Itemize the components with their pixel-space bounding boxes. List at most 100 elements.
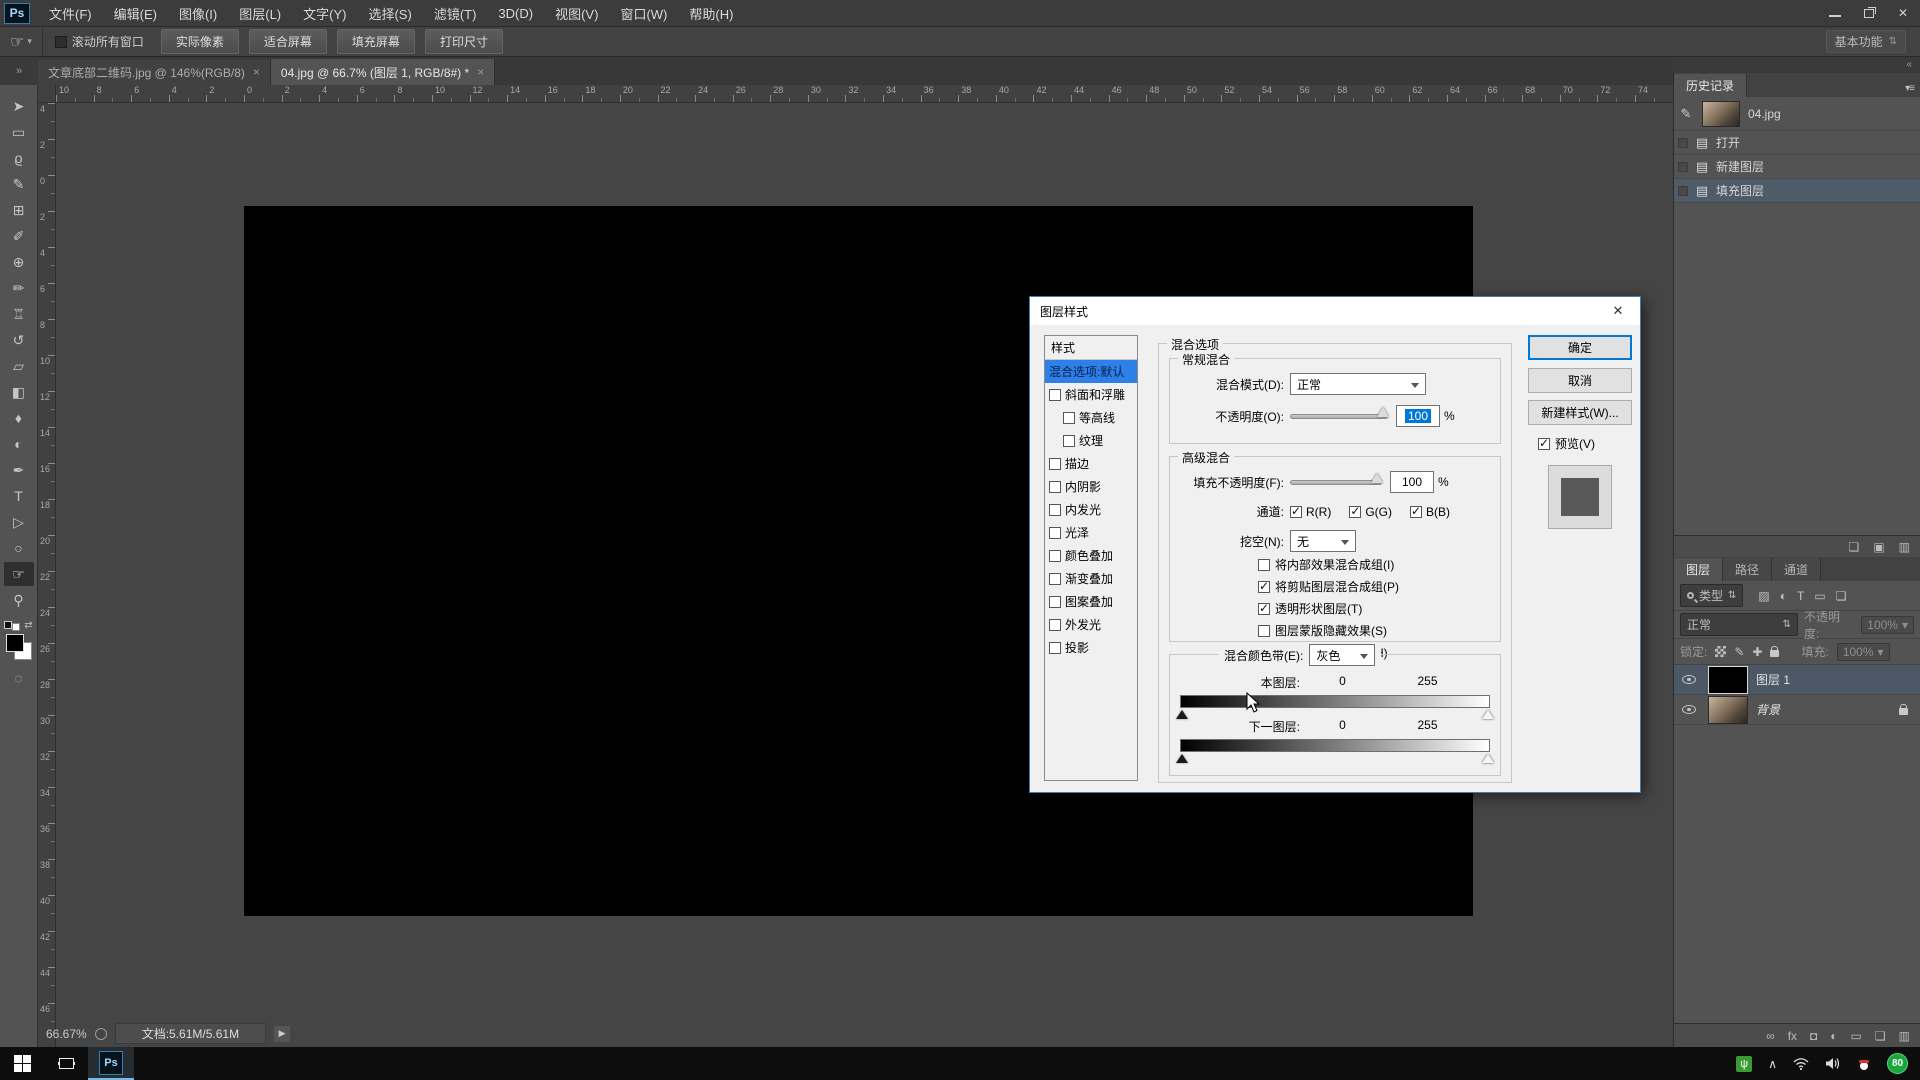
fill-opacity-input[interactable]: 100 [1390, 471, 1434, 493]
style-item[interactable]: 混合选项:默认 [1045, 360, 1137, 383]
document-tab[interactable]: 04.jpg @ 66.7% (图层 1, RGB/8#) * × [270, 59, 496, 85]
menu-item[interactable]: 图像(I) [168, 0, 228, 27]
menu-item[interactable]: 帮助(H) [678, 0, 744, 27]
shape-tool[interactable]: ○ [4, 536, 34, 560]
filter-type-dropdown[interactable]: 类型 ⇅ [1680, 584, 1744, 607]
tab-history[interactable]: 历史记录 [1674, 74, 1748, 97]
style-checkbox[interactable] [1049, 457, 1061, 470]
layers-panel-tab[interactable]: 通道 [1772, 558, 1822, 581]
blend-mode-dropdown[interactable]: 正常 ⇅ [1680, 613, 1798, 636]
visibility-eye-icon[interactable] [1682, 675, 1696, 684]
filter-type-layers-icon[interactable]: T [1797, 589, 1804, 603]
layers-panel-tab[interactable]: 路径 [1723, 558, 1773, 581]
zoom-tool[interactable]: ⚲ [4, 588, 34, 612]
default-colors-icon[interactable]: ⇄ [4, 619, 33, 631]
advanced-option-checkbox[interactable] [1258, 579, 1270, 593]
healing-brush-tool[interactable]: ⊕ [4, 250, 34, 274]
document-tab[interactable]: 文章底部二维码.jpg @ 146%(RGB/8) × [38, 59, 271, 85]
style-checkbox[interactable] [1049, 595, 1061, 608]
history-source-checkbox[interactable] [1678, 137, 1688, 148]
style-checkbox[interactable] [1063, 411, 1075, 424]
blend-if-select[interactable]: 灰色 [1309, 644, 1376, 666]
dialog-titlebar[interactable]: 图层样式 ✕ [1030, 297, 1640, 325]
hand-tool[interactable]: ☞ [3, 562, 34, 586]
panel-menu-icon[interactable]: ▾≡ [1905, 83, 1920, 97]
foreground-color-swatch[interactable] [5, 634, 24, 652]
dialog-close-icon[interactable]: ✕ [1596, 297, 1640, 325]
history-snapshot-row[interactable]: ✎ 04.jpg [1674, 97, 1920, 131]
options-bar-button[interactable]: 适合屏幕 [248, 29, 327, 54]
volume-icon[interactable] [1825, 1057, 1841, 1070]
style-item[interactable]: 内发光 [1045, 498, 1137, 521]
eyedropper-tool[interactable]: ✐ [4, 224, 34, 248]
layer-name[interactable]: 背景 [1756, 701, 1780, 718]
lock-position-icon[interactable]: ✚ [1752, 645, 1762, 659]
style-item[interactable]: 颜色叠加 [1045, 544, 1137, 567]
gradient-ramp[interactable] [1176, 739, 1494, 763]
swap-colors-icon[interactable]: ⇄ [24, 620, 32, 631]
style-item[interactable]: 渐变叠加 [1045, 567, 1137, 590]
wifi-icon[interactable] [1793, 1057, 1809, 1070]
style-item[interactable]: 纹理 [1045, 429, 1137, 452]
crop-tool[interactable]: ⊞ [4, 198, 34, 222]
task-view-button[interactable] [44, 1047, 88, 1080]
lasso-tool[interactable]: ϱ [4, 146, 34, 170]
style-checkbox[interactable] [1049, 549, 1061, 562]
menu-item[interactable]: 视图(V) [544, 0, 609, 27]
knockout-select[interactable]: 无 [1290, 530, 1356, 552]
restore-button[interactable] [1852, 0, 1886, 26]
link-layers-icon[interactable]: ∞ [1766, 1029, 1775, 1043]
style-item[interactable]: 等高线 [1045, 406, 1137, 429]
history-source-checkbox[interactable] [1678, 161, 1688, 172]
usb-device-icon[interactable]: ψ [1736, 1055, 1753, 1072]
gradient-ramp[interactable] [1176, 695, 1494, 719]
advanced-option[interactable]: 图层蒙版隐藏效果(S) [1258, 621, 1500, 640]
snapshot-thumbnail[interactable] [1702, 100, 1740, 127]
tab-overflow-icon[interactable]: » [0, 57, 38, 85]
pen-tool[interactable]: ✒ [4, 458, 34, 482]
style-item[interactable]: 外发光 [1045, 613, 1137, 636]
visibility-eye-icon[interactable] [1682, 705, 1696, 714]
style-checkbox[interactable] [1049, 388, 1061, 401]
style-checkbox[interactable] [1049, 641, 1061, 654]
quick-mask-icon[interactable]: ◌ [14, 670, 22, 686]
menu-item[interactable]: 窗口(W) [609, 0, 678, 27]
style-item[interactable]: 内阴影 [1045, 475, 1137, 498]
scroll-all-windows-checkbox[interactable] [54, 35, 67, 48]
channel-option[interactable]: G(G) [1349, 504, 1392, 519]
taskbar-photoshop-button[interactable]: Ps [88, 1047, 134, 1080]
advanced-option[interactable]: 将剪贴图层混合成组(P) [1258, 577, 1500, 596]
slider-thumb[interactable] [1371, 472, 1383, 483]
menu-item[interactable]: 图层(L) [228, 0, 292, 27]
lock-all-icon[interactable] [1770, 646, 1780, 657]
blur-tool[interactable]: ♦ [4, 406, 34, 430]
gradient-tool[interactable]: ◧ [4, 380, 34, 404]
style-checkbox[interactable] [1049, 480, 1061, 493]
blend-mode-select[interactable]: 正常 [1290, 373, 1426, 395]
move-tool[interactable]: ➤ [4, 94, 34, 118]
options-bar-button[interactable]: 打印尺寸 [424, 29, 503, 54]
layer-group-icon[interactable]: ▭ [1851, 1029, 1862, 1043]
black-point-slider[interactable] [1176, 754, 1188, 763]
filter-pixel-layers-icon[interactable]: ▨ [1758, 589, 1769, 603]
slider-thumb[interactable] [1377, 406, 1389, 417]
layer-row[interactable]: 图层 1 [1674, 665, 1920, 695]
layer-row[interactable]: 背景 [1674, 695, 1920, 725]
preview-option[interactable]: 预览(V) [1538, 435, 1595, 452]
menu-item[interactable]: 编辑(E) [103, 0, 168, 27]
quick-selection-tool[interactable]: ✎ [4, 172, 34, 196]
close-button[interactable]: ✕ [1886, 0, 1920, 26]
layers-panel-tab[interactable]: 图层 [1674, 558, 1724, 581]
dodge-tool[interactable]: ◐ [4, 432, 34, 456]
channel-option[interactable]: R(R) [1290, 504, 1331, 519]
cancel-button[interactable]: 取消 [1528, 368, 1632, 393]
delete-state-icon[interactable]: ▥ [1899, 540, 1910, 554]
style-checkbox[interactable] [1049, 526, 1061, 539]
status-menu-arrow-icon[interactable]: ▶ [274, 1025, 291, 1042]
menu-item[interactable]: 3D(D) [487, 0, 544, 27]
opacity-value[interactable]: 100% ▾ [1861, 615, 1914, 634]
channel-checkbox[interactable] [1290, 504, 1302, 518]
layer-name[interactable]: 图层 1 [1756, 671, 1790, 688]
history-step-row[interactable]: ▤ 打开 [1674, 131, 1920, 155]
advanced-option-checkbox[interactable] [1258, 601, 1270, 615]
